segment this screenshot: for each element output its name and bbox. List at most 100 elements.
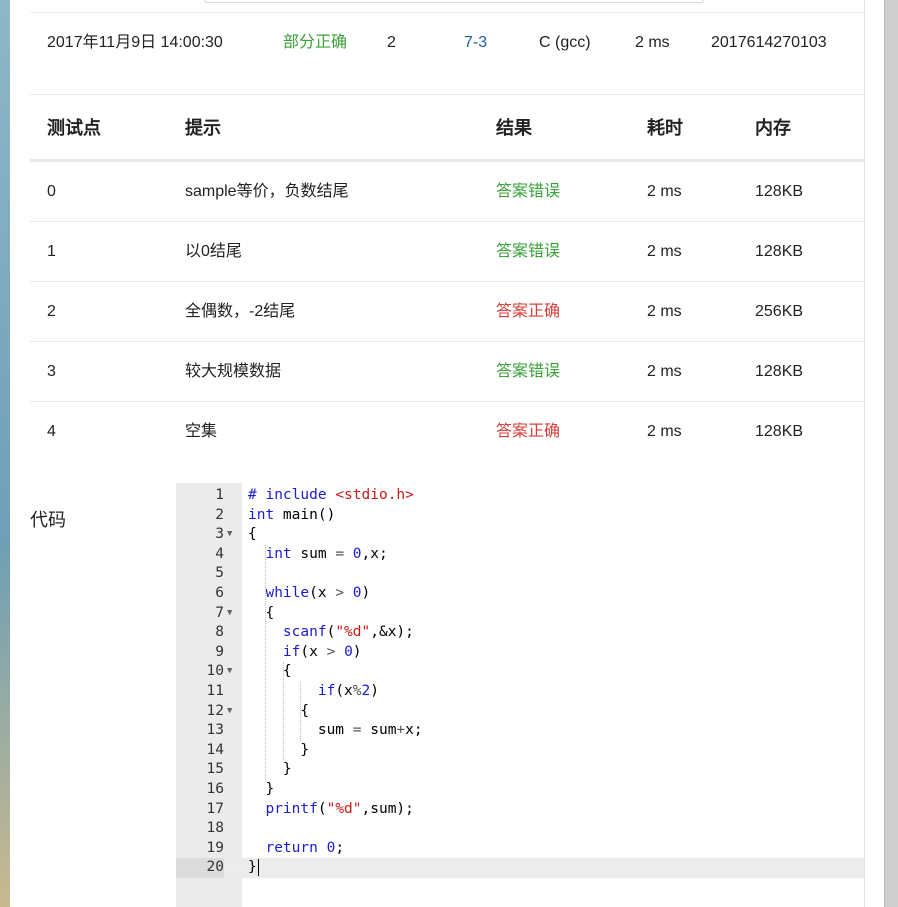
code-line[interactable]: 3 ▼ { — [176, 525, 864, 545]
code-editor[interactable]: 1 # include <stdio.h> 2 int main() 3 ▼{4 int … — [176, 483, 864, 907]
indent-guide — [300, 682, 301, 741]
line-number: 5 — [215, 565, 224, 582]
code-line[interactable]: 7 ▼ { — [176, 604, 864, 624]
code-text: while(x > 0) — [265, 585, 371, 601]
submission-status: 部分正确 — [283, 34, 348, 51]
code-line[interactable]: 6 while(x > 0) — [176, 584, 864, 604]
test-memory: 128KB — [755, 423, 804, 440]
code-line[interactable]: 4 int sum = 0,x; — [176, 545, 864, 565]
line-number: 2 — [215, 506, 224, 523]
test-hint: sample等价，负数结尾 — [185, 183, 349, 200]
code-label: 代码 — [30, 510, 66, 530]
code-line[interactable]: 18 — [176, 819, 864, 839]
test-id: 3 — [47, 363, 56, 380]
header-time: 耗时 — [647, 118, 683, 138]
test-id: 2 — [47, 303, 56, 320]
code-line[interactable]: 5 — [176, 564, 864, 584]
code-line[interactable]: 8 scanf("%d",&x); — [176, 623, 864, 643]
test-id: 0 — [47, 183, 56, 200]
code-text: sum = sum+x; — [248, 722, 423, 739]
test-time: 2 ms — [647, 183, 682, 200]
line-number: 9 — [215, 643, 224, 660]
fold-toggle-icon[interactable]: ▼ — [227, 662, 232, 682]
code-line[interactable]: 16 } — [176, 780, 864, 800]
code-line[interactable]: 20} — [176, 858, 864, 878]
table-row: 4 空集 答案正确 2 ms 128KB — [30, 402, 864, 461]
code-text: } — [248, 781, 275, 797]
code-text: } — [248, 761, 292, 778]
line-number: 3 — [215, 526, 224, 543]
test-memory: 128KB — [755, 243, 804, 260]
test-result: 答案正确 — [496, 423, 561, 440]
test-time: 2 ms — [647, 243, 682, 260]
line-number: 13 — [206, 722, 224, 739]
line-number: 17 — [206, 800, 224, 817]
submission-score: 2 — [387, 34, 396, 51]
submission-duration: 2 ms — [635, 34, 670, 51]
submission-user: 2017614270103 — [711, 34, 827, 51]
test-hint: 空集 — [185, 423, 218, 440]
code-text: scanf("%d",&x); — [282, 624, 414, 641]
code-line[interactable]: 13 sum = sum+x; — [176, 721, 864, 741]
code-line[interactable]: 17 printf("%d",sum); — [176, 800, 864, 820]
header-memory: 内存 — [755, 118, 791, 138]
code-text: int main() — [248, 506, 336, 523]
test-time: 2 ms — [647, 363, 682, 380]
test-id: 4 — [47, 423, 56, 440]
submission-time: 2017年11月9日 14:00:30 — [47, 34, 223, 51]
table-row: 2 全偶数，-2结尾 答案正确 2 ms 256KB — [30, 282, 864, 342]
problem-link[interactable]: 7-3 — [464, 30, 487, 56]
header-test-point: 测试点 — [47, 118, 101, 138]
line-number: 19 — [206, 839, 224, 856]
code-line[interactable]: 1 # include <stdio.h> — [176, 486, 864, 506]
test-results-table: 测试点 提示 结果 耗时 内存 0 sample等价，负数结尾 答案错误 2 m… — [30, 94, 864, 461]
test-hint: 以0结尾 — [185, 243, 242, 260]
fold-toggle-icon[interactable]: ▼ — [227, 702, 232, 722]
line-number: 18 — [206, 820, 224, 837]
line-number: 4 — [215, 545, 224, 562]
test-memory: 128KB — [755, 183, 804, 200]
code-line[interactable]: 9 if(x > 0) — [176, 643, 864, 663]
code-line[interactable]: 2 int main() — [176, 506, 864, 526]
test-result: 答案错误 — [496, 243, 561, 260]
desktop-background — [0, 0, 10, 907]
line-number: 10 — [206, 663, 224, 680]
code-line[interactable]: 19 return 0; — [176, 839, 864, 859]
fold-toggle-icon[interactable]: ▼ — [227, 604, 232, 624]
line-number: 15 — [206, 761, 224, 778]
indent-guide — [265, 544, 266, 780]
submission-compiler: C (gcc) — [539, 34, 591, 51]
header-hint: 提示 — [185, 118, 221, 138]
code-line[interactable]: 10 ▼ { — [176, 662, 864, 682]
code-text: { — [248, 526, 257, 543]
code-line[interactable]: 14 } — [176, 741, 864, 761]
header-result: 结果 — [496, 118, 532, 138]
line-number: 1 — [215, 487, 224, 503]
test-memory: 256KB — [755, 303, 804, 320]
code-text: } — [248, 858, 259, 876]
test-time: 2 ms — [647, 423, 682, 440]
test-result: 答案错误 — [496, 183, 561, 200]
line-number: 7 — [215, 604, 224, 621]
code-line[interactable]: 11 if(x%2) — [176, 682, 864, 702]
test-hint: 较大规模数据 — [185, 363, 282, 380]
test-time: 2 ms — [647, 303, 682, 320]
test-result: 答案错误 — [496, 363, 561, 380]
table-row: 0 sample等价，负数结尾 答案错误 2 ms 128KB — [30, 162, 864, 222]
line-number: 20 — [176, 858, 224, 878]
top-input-edge — [204, 0, 704, 3]
divider — [30, 12, 864, 13]
table-header: 测试点 提示 结果 耗时 内存 — [30, 95, 864, 162]
page-margin — [864, 0, 885, 907]
line-number: 14 — [206, 741, 224, 758]
code-text: { — [248, 663, 292, 680]
test-id: 1 — [47, 243, 56, 260]
code-text: printf("%d",sum); — [265, 800, 414, 817]
code-line[interactable]: 12 ▼ { — [176, 702, 864, 722]
test-result: 答案正确 — [496, 303, 561, 320]
window-scrollbar[interactable] — [884, 0, 898, 907]
indent-guide — [283, 662, 284, 761]
line-number: 12 — [206, 702, 224, 719]
fold-toggle-icon[interactable]: ▼ — [227, 525, 232, 545]
code-line[interactable]: 15 } — [176, 760, 864, 780]
